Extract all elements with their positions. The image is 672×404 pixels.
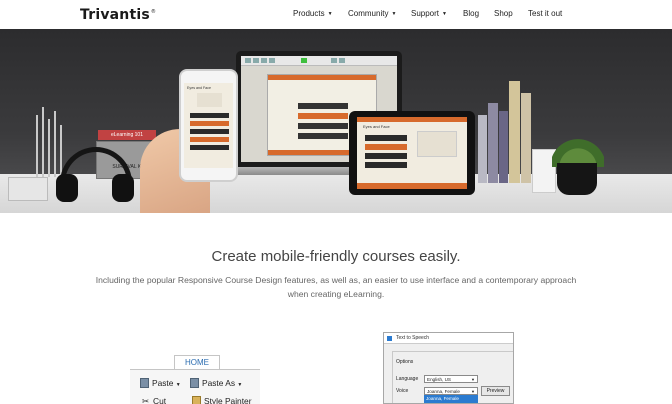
dialog-title: Text to Speech: [384, 333, 513, 344]
language-select[interactable]: English, US ▼: [424, 375, 478, 383]
voice-label: Voice: [396, 388, 409, 394]
caret-down-icon: ▼: [471, 389, 475, 394]
cut-button[interactable]: ✂ Cut: [142, 396, 166, 404]
nav-community[interactable]: Community ▼: [348, 9, 396, 18]
style-painter-button[interactable]: Style Painter: [192, 396, 251, 404]
books: [478, 81, 533, 183]
section-headline: Create mobile-friendly courses easily.: [211, 248, 461, 265]
phone-screen: Eyes and Face: [184, 83, 233, 168]
tablet: Eyes and Face: [349, 111, 475, 195]
goggles-image: [197, 93, 222, 107]
trivantis-logo[interactable]: Trivantis®: [80, 7, 156, 23]
goggles-image: [417, 131, 457, 157]
app-icon: [387, 336, 392, 341]
hero-banner: eLearning 101 SURVIVAL KIT Eyes and Face: [0, 29, 672, 213]
language-label: Language: [396, 376, 419, 382]
nav-test-it-out[interactable]: Test it out: [528, 9, 562, 18]
nav-shop[interactable]: Shop: [494, 9, 513, 18]
caret-down-icon: ▼: [237, 382, 243, 388]
caret-down-icon: ▼: [175, 382, 181, 388]
nav-blog[interactable]: Blog: [463, 9, 479, 18]
pen-cup: [8, 177, 48, 201]
caret-down-icon: ▼: [442, 11, 447, 17]
tab-home[interactable]: HOME: [174, 355, 220, 369]
preview-button[interactable]: Preview: [481, 386, 510, 396]
caret-down-icon: ▼: [471, 377, 475, 382]
ribbon-body: Paste ▼ Paste As ▼ ✂ Cut Style Painter: [130, 369, 260, 404]
paste-as-icon: [190, 378, 199, 388]
headphone-cup: [112, 174, 134, 202]
elearning-101-box: eLearning 101: [98, 130, 156, 140]
voice-select[interactable]: Joanna, Female ▼: [424, 387, 478, 395]
site-header: Trivantis® Products ▼ Community ▼ Support ▼…: [0, 0, 672, 29]
nav-support[interactable]: Support ▼: [411, 9, 447, 18]
course-title: Eyes and Face: [363, 124, 390, 129]
plant-pot: [557, 163, 597, 195]
caret-down-icon: ▼: [391, 11, 397, 17]
section-subtext: Including the popular Responsive Course …: [95, 275, 577, 299]
headphone-cup: [56, 174, 78, 202]
phone: Eyes and Face: [179, 69, 238, 182]
tablet-screen: Eyes and Face: [357, 117, 467, 189]
nav-products[interactable]: Products ▼: [293, 9, 333, 18]
voice-option-highlighted[interactable]: Joanna, Female: [424, 395, 478, 403]
ribbon-screenshot: HOME Paste ▼ Paste As ▼ ✂ Cut Style Paint…: [130, 355, 260, 404]
text-to-speech-dialog: Text to Speech Options Language English,…: [383, 332, 514, 404]
plant-leaves: [552, 129, 604, 167]
app-toolbar: [241, 56, 397, 66]
paintbrush-icon: [192, 396, 201, 404]
paste-button[interactable]: Paste ▼: [140, 378, 181, 388]
paste-icon: [140, 378, 149, 388]
scissors-icon: ✂: [142, 396, 150, 404]
course-title: Eyes and Face: [187, 86, 211, 90]
caret-down-icon: ▼: [327, 11, 333, 17]
paste-as-button[interactable]: Paste As ▼: [190, 378, 242, 388]
